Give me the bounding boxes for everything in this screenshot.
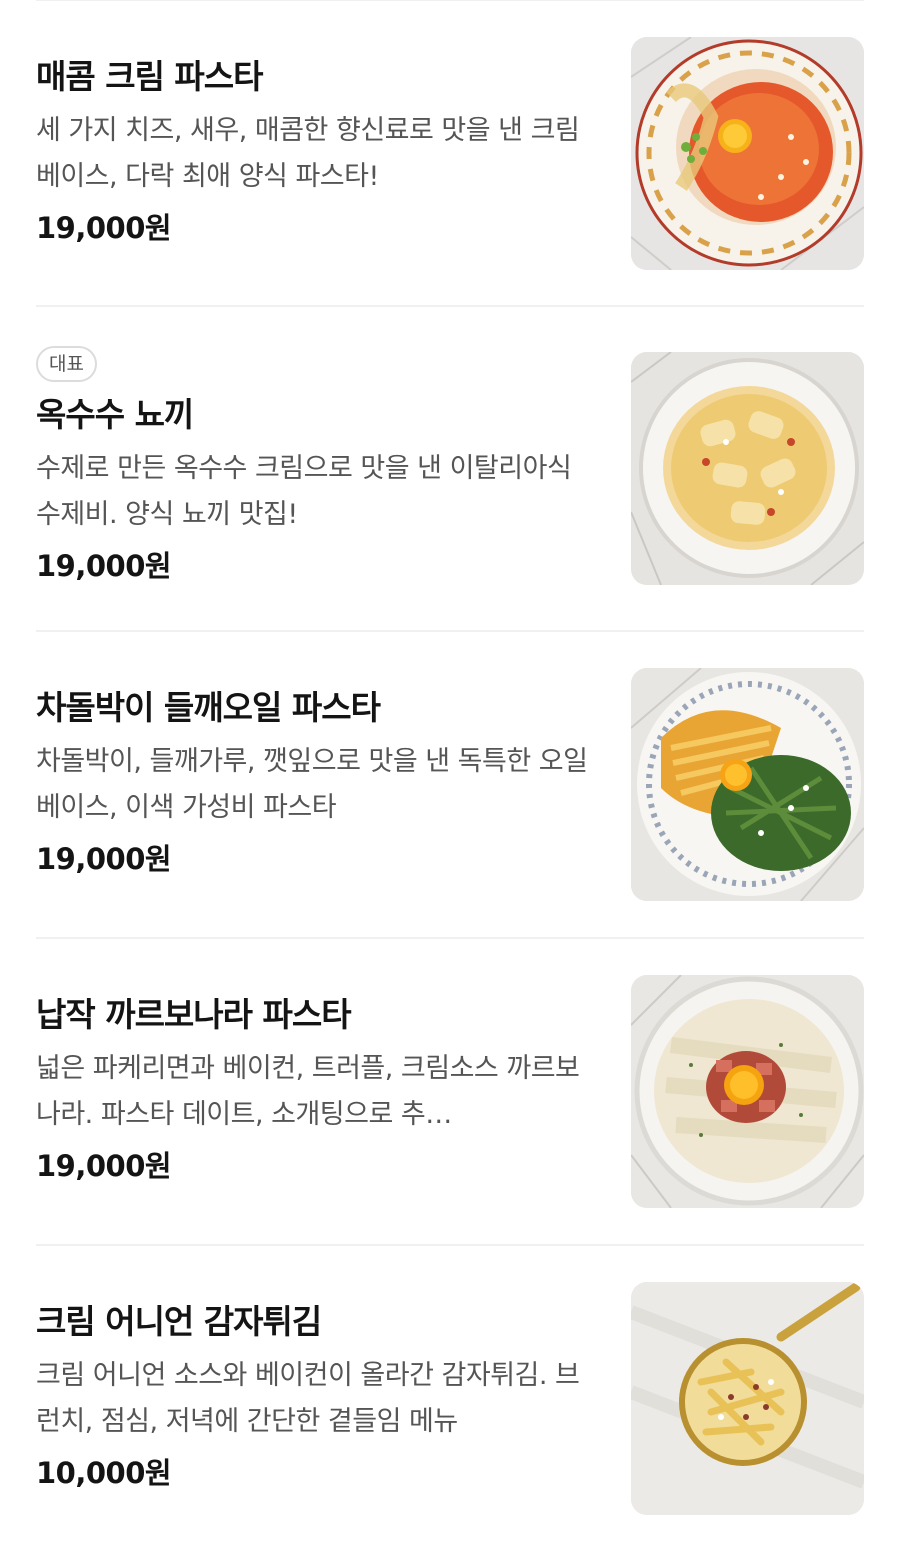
menu-item-price: 19,000원 xyxy=(36,549,172,583)
menu-item-spicy-cream-pasta[interactable]: 매콤 크림 파스타 세 가지 치즈, 새우, 매콤한 향신료로 맛을 낸 크림 … xyxy=(36,37,864,270)
menu-item-perilla-oil-pasta[interactable]: 차돌박이 들깨오일 파스타 차돌박이, 들깨가루, 깻잎으로 맛을 낸 독특한 … xyxy=(36,668,864,901)
menu-item-description: 차돌박이, 들깨가루, 깻잎으로 맛을 낸 독특한 오일 베이스, 이색 가성비… xyxy=(36,746,588,823)
menu-item-price: 19,000원 xyxy=(36,1149,172,1183)
menu-item-name: 차돌박이 들깨오일 파스타 xyxy=(36,688,381,727)
cream-onion-fries-photo[interactable] xyxy=(631,1282,864,1515)
menu-item-price: 19,000원 xyxy=(36,842,172,876)
divider xyxy=(36,1244,864,1246)
flat-carbonara-photo[interactable] xyxy=(631,975,864,1208)
menu-item-price: 19,000원 xyxy=(36,211,172,245)
menu-item-flat-carbonara[interactable]: 납작 까르보나라 파스타 넓은 파케리면과 베이컨, 트러플, 크림소스 까르보… xyxy=(36,975,864,1208)
menu-list: 매콤 크림 파스타 세 가지 치즈, 새우, 매콤한 향신료로 맛을 낸 크림 … xyxy=(0,0,900,1549)
menu-item-description: 크림 어니언 소스와 베이컨이 올라간 감자튀김. 브런치, 점심, 저녁에 간… xyxy=(36,1360,580,1437)
perilla-oil-pasta-photo[interactable] xyxy=(631,668,864,901)
menu-item-price: 10,000원 xyxy=(36,1456,172,1490)
divider xyxy=(36,937,864,939)
divider xyxy=(36,305,864,307)
menu-item-cream-onion-fries[interactable]: 크림 어니언 감자튀김 크림 어니언 소스와 베이컨이 올라간 감자튀김. 브런… xyxy=(36,1282,864,1515)
menu-item-name: 납작 까르보나라 파스타 xyxy=(36,995,352,1034)
spicy-cream-pasta-photo[interactable] xyxy=(631,37,864,270)
menu-item-name: 매콤 크림 파스타 xyxy=(36,57,264,96)
menu-item-description: 세 가지 치즈, 새우, 매콤한 향신료로 맛을 낸 크림 베이스, 다락 최애… xyxy=(36,115,580,192)
menu-item-name: 옥수수 뇨끼 xyxy=(36,395,194,434)
divider xyxy=(36,630,864,632)
menu-item-description: 수제로 만든 옥수수 크림으로 맛을 낸 이탈리아식 수제비. 양식 뇨끼 맛집… xyxy=(36,453,572,530)
signature-badge: 대표 xyxy=(36,346,97,382)
corn-gnocchi-photo[interactable] xyxy=(631,352,864,585)
menu-item-name: 크림 어니언 감자튀김 xyxy=(36,1302,322,1341)
divider xyxy=(36,0,864,1)
menu-item-description: 넓은 파케리면과 베이컨, 트러플, 크림소스 까르보나라. 파스타 데이트, … xyxy=(36,1053,580,1130)
menu-item-corn-gnocchi[interactable]: 대표 옥수수 뇨끼 수제로 만든 옥수수 크림으로 맛을 낸 이탈리아식 수제비… xyxy=(36,346,864,585)
